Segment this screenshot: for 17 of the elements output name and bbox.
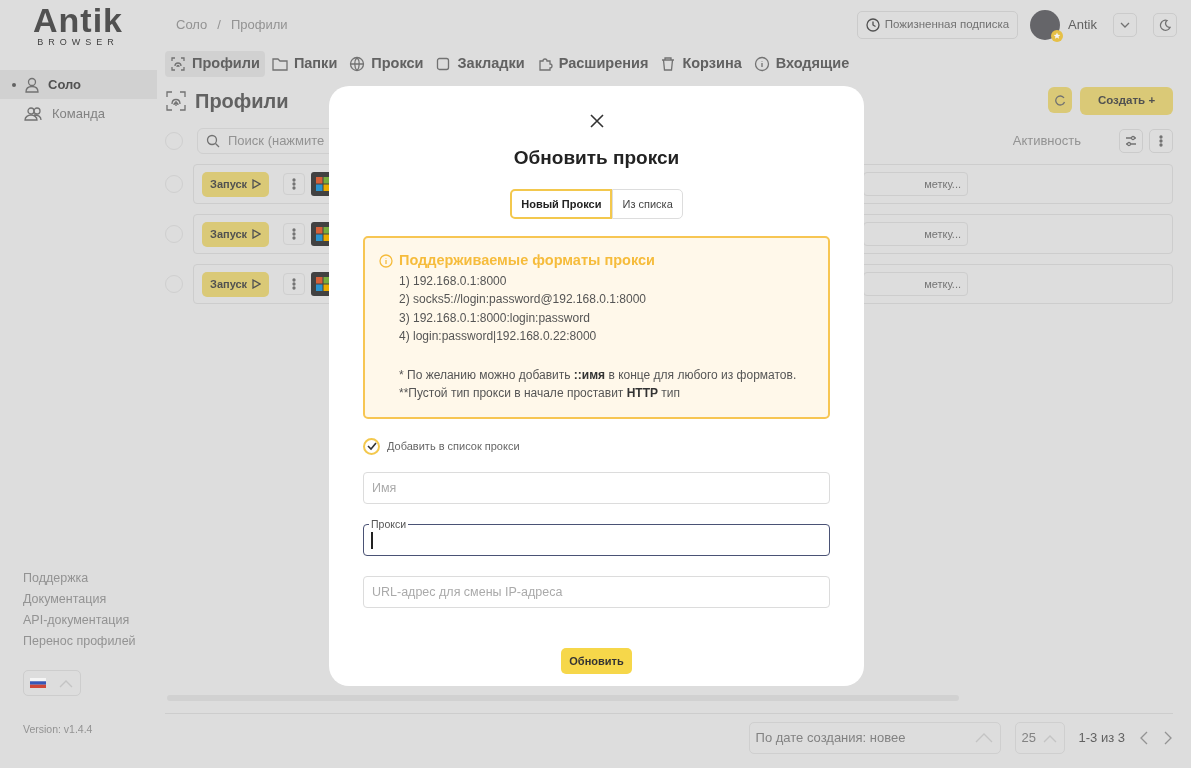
format-example: 2) socks5://login:password@192.168.0.1:8000 — [398, 291, 647, 309]
page-title: Профили — [195, 89, 289, 114]
checkbox-label: Добавить в список прокси — [387, 439, 520, 454]
format-example: 3) 192.168.0.1:8000:login:password — [398, 309, 591, 327]
modal-title: Обновить прокси — [513, 146, 680, 170]
note-text: * По желанию можно добавить ::имя в конце для любого из форматов. — [398, 366, 798, 384]
breadcrumb-separator: / — [217, 16, 221, 35]
logo-subtitle: BROWSER — [37, 38, 119, 47]
user-name: Antik — [1068, 16, 1097, 35]
version-text: Version: v1.4.4 — [22, 722, 94, 738]
note-text: **Пустой тип прокси в начале проставит HTTP тип — [398, 385, 682, 403]
format-example: 4) login:password|192.168.0.22:8000 — [398, 328, 598, 346]
format-example: 1) 192.168.0.1:8000 — [398, 272, 508, 290]
pagination-range: 1-3 из 3 — [1078, 729, 1125, 748]
logo-text: Antik — [33, 3, 123, 37]
info-title: Поддерживаемые форматы прокси — [399, 251, 655, 270]
column-header: Активность — [1012, 132, 1081, 151]
